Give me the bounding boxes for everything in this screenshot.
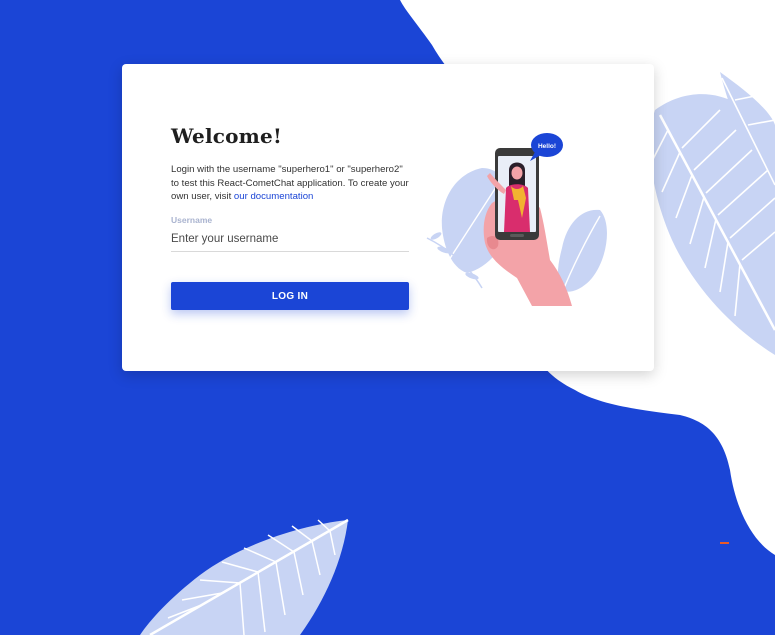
illustration-leaf-right xyxy=(557,209,607,292)
login-button[interactable]: LOG IN xyxy=(171,282,409,310)
speech-bubble-text: Hello! xyxy=(538,143,556,150)
intro-text: Login with the username "superhero1" or … xyxy=(171,163,411,204)
accent-dash xyxy=(720,542,729,544)
welcome-title: Welcome! xyxy=(171,124,282,148)
username-input[interactable] xyxy=(171,227,409,252)
phone-illustration: Hello! xyxy=(426,133,607,306)
bottom-leaf xyxy=(140,518,349,635)
username-label: Username xyxy=(171,215,213,225)
speech-bubble: Hello! xyxy=(530,133,563,161)
login-card: Welcome! Login with the username "superh… xyxy=(122,64,654,371)
documentation-link[interactable]: our documentation xyxy=(234,191,313,202)
